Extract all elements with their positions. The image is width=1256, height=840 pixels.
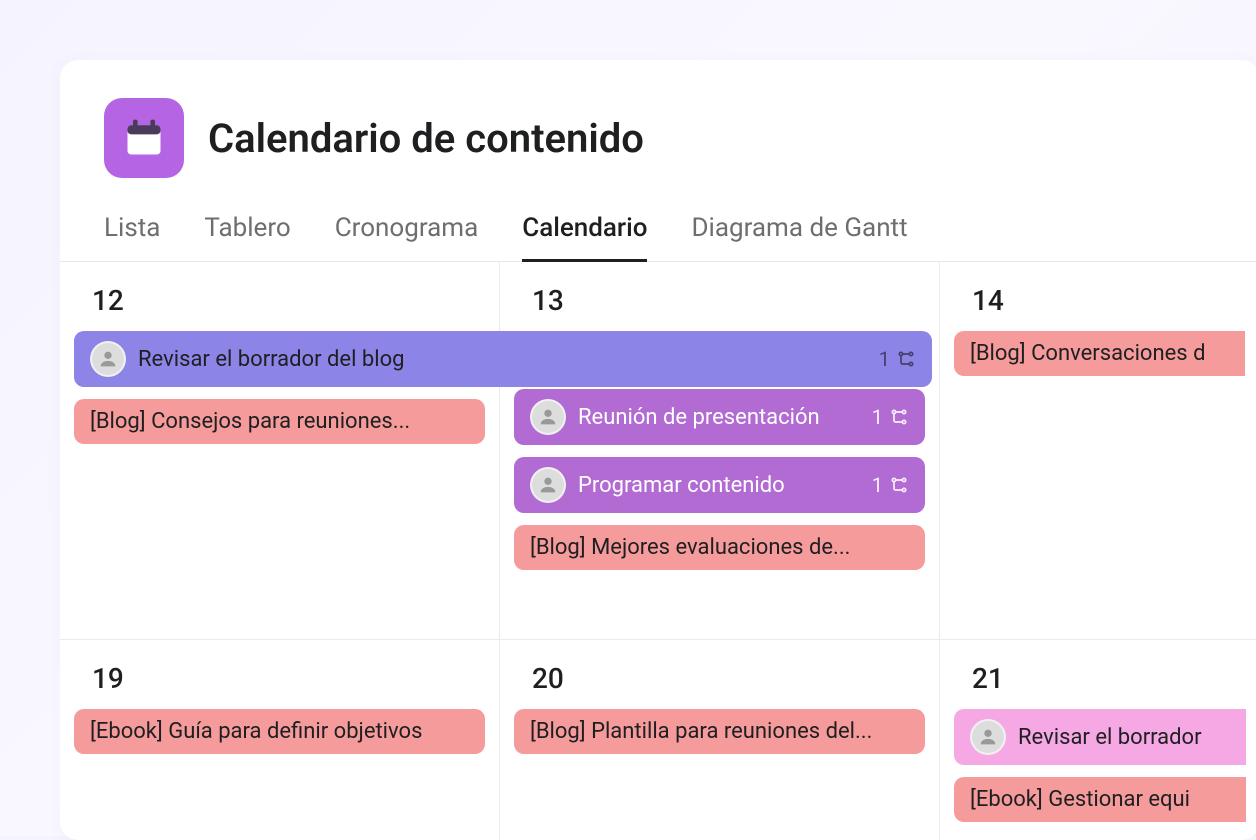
day-number: 19: [74, 654, 485, 709]
day-number: 12: [74, 276, 485, 331]
avatar: [530, 467, 566, 503]
event-ebook-gestionar-equipo[interactable]: [Ebook] Gestionar equi: [954, 777, 1246, 822]
tab-gantt[interactable]: Diagrama de Gantt: [691, 203, 907, 262]
calendar-grid: 12 Revisar el borrador del blog 1 [Blog]…: [60, 262, 1256, 840]
event-meta: 1: [872, 405, 909, 429]
day-number: 21: [954, 654, 1246, 709]
subtask-icon: [889, 475, 909, 495]
day-cell-20[interactable]: 20 [Blog] Plantilla para reuniones del..…: [500, 640, 940, 840]
event-label: [Blog] Conversaciones d: [970, 341, 1229, 366]
day-number: 14: [954, 276, 1245, 331]
tab-lista[interactable]: Lista: [104, 203, 160, 262]
event-revisar-borrador-21[interactable]: Revisar el borrador: [954, 709, 1246, 765]
tab-calendario[interactable]: Calendario: [522, 203, 647, 262]
event-programar-contenido[interactable]: Programar contenido 1: [514, 457, 925, 513]
calendar-icon: [104, 98, 184, 178]
avatar: [970, 719, 1006, 755]
event-label: Revisar el borrador: [1018, 725, 1230, 750]
day-cell-19[interactable]: 19 [Ebook] Guía para definir objetivos: [60, 640, 500, 840]
event-blog-mejores-evaluaciones[interactable]: [Blog] Mejores evaluaciones de...: [514, 525, 925, 570]
subtask-icon: [889, 407, 909, 427]
subtask-icon: [896, 349, 916, 369]
page-title: Calendario de contenido: [208, 115, 644, 162]
day-cell-13[interactable]: 13 Reunión de presentación 1 Programar c…: [500, 262, 940, 640]
content-calendar-panel: Calendario de contenido Lista Tablero Cr…: [60, 60, 1256, 840]
event-blog-plantilla-reuniones[interactable]: [Blog] Plantilla para reuniones del...: [514, 709, 925, 754]
event-revisar-borrador[interactable]: Revisar el borrador del blog 1: [74, 331, 932, 387]
day-cell-14[interactable]: 14 [Blog] Conversaciones d: [940, 262, 1256, 640]
avatar: [90, 341, 126, 377]
event-label: [Ebook] Guía para definir objetivos: [90, 719, 469, 744]
event-meta: 1: [879, 347, 916, 371]
view-tabs: Lista Tablero Cronograma Calendario Diag…: [60, 202, 1256, 262]
event-reunion-presentacion[interactable]: Reunión de presentación 1: [514, 389, 925, 445]
header: Calendario de contenido: [60, 60, 1256, 202]
event-label: Reunión de presentación: [578, 405, 860, 430]
event-label: [Blog] Plantilla para reuniones del...: [530, 719, 909, 744]
event-label: Programar contenido: [578, 473, 860, 498]
event-blog-conversaciones[interactable]: [Blog] Conversaciones d: [954, 331, 1245, 376]
event-label: [Blog] Consejos para reuniones...: [90, 409, 469, 434]
event-label: [Blog] Mejores evaluaciones de...: [530, 535, 909, 560]
day-number: 13: [514, 276, 925, 331]
avatar: [530, 399, 566, 435]
event-meta: 1: [872, 473, 909, 497]
day-cell-21[interactable]: 21 Revisar el borrador [Ebook] Gestionar…: [940, 640, 1256, 840]
subtask-count: 1: [872, 473, 883, 497]
day-cell-12[interactable]: 12 Revisar el borrador del blog 1 [Blog]…: [60, 262, 500, 640]
event-label: Revisar el borrador del blog: [138, 347, 867, 372]
tab-cronograma[interactable]: Cronograma: [335, 203, 478, 262]
event-label: [Ebook] Gestionar equi: [970, 787, 1230, 812]
subtask-count: 1: [879, 347, 890, 371]
event-blog-consejos[interactable]: [Blog] Consejos para reuniones...: [74, 399, 485, 444]
subtask-count: 1: [872, 405, 883, 429]
day-number: 20: [514, 654, 925, 709]
event-ebook-guia-objetivos[interactable]: [Ebook] Guía para definir objetivos: [74, 709, 485, 754]
tab-tablero[interactable]: Tablero: [204, 203, 290, 262]
